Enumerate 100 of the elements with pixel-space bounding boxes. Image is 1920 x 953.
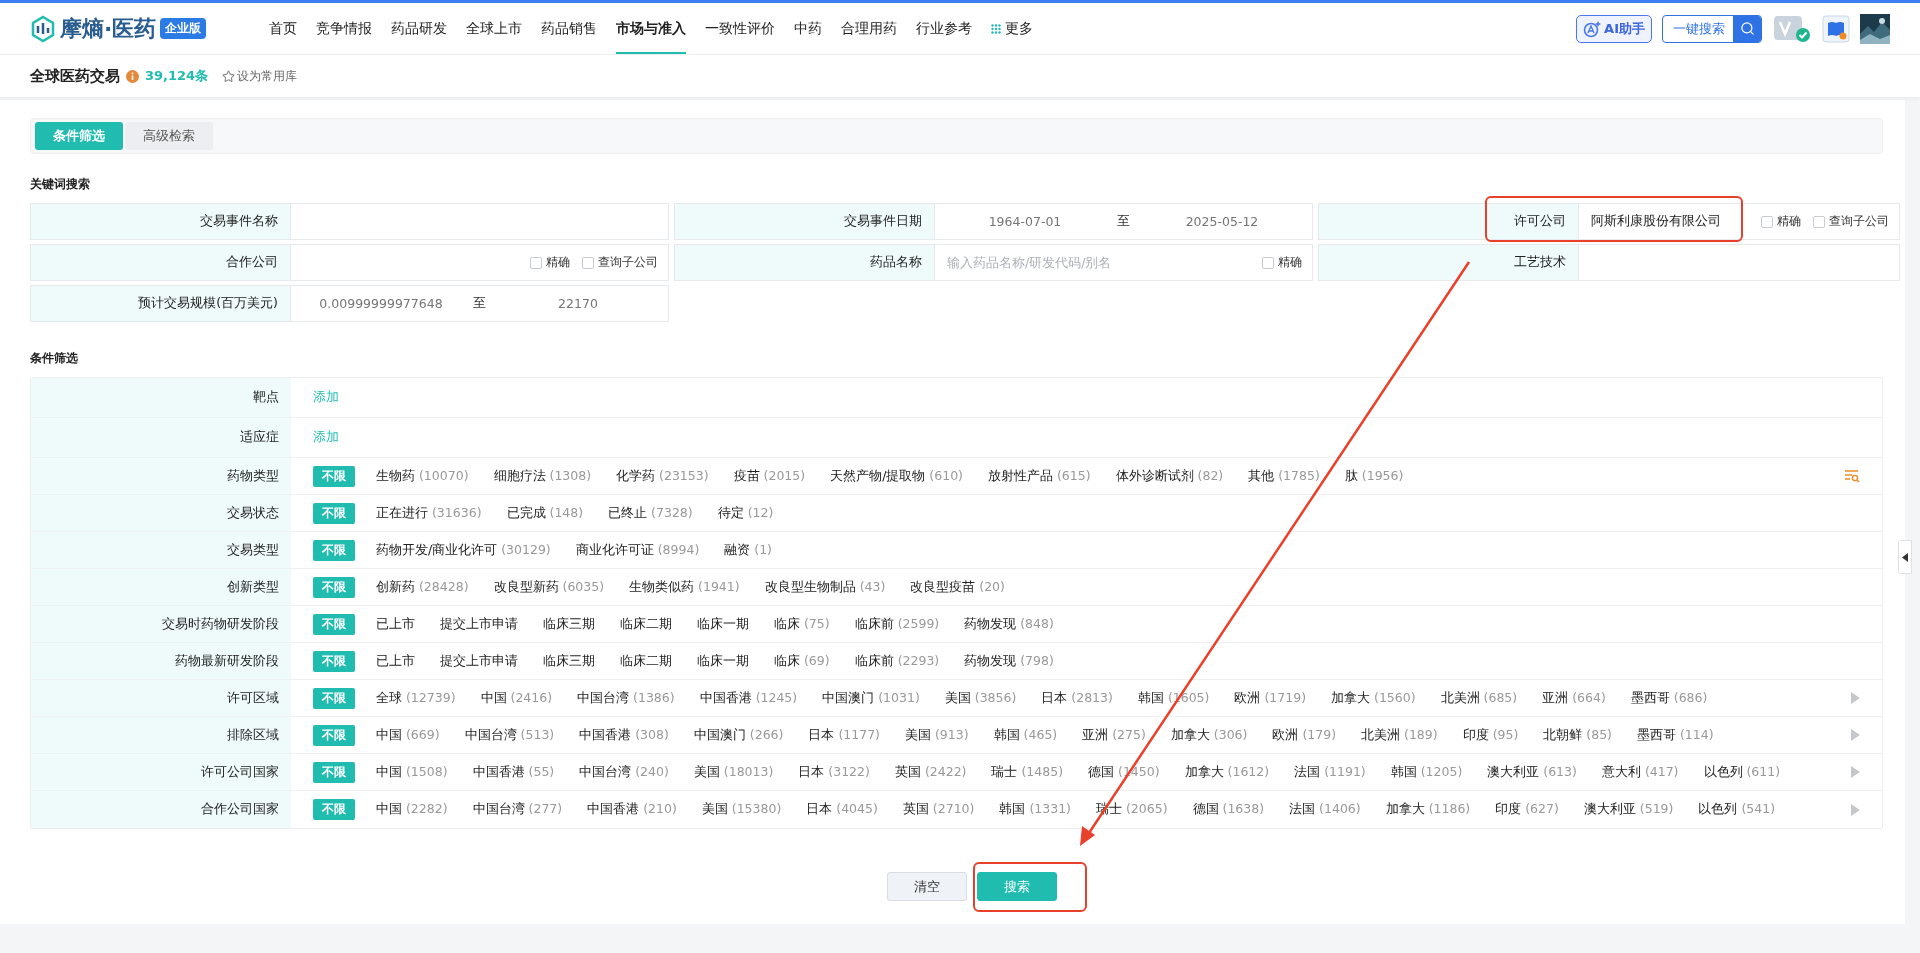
ai-assistant-button[interactable]: AI助手 [1576, 14, 1652, 43]
filter-option[interactable]: 英国 (2710) [902, 801, 975, 818]
filter-option[interactable]: 日本 (4045) [806, 801, 878, 818]
filter-option[interactable]: 生物类似药 (1941) [629, 578, 740, 596]
filter-option[interactable]: 临床二期 [620, 615, 672, 633]
filter-option[interactable]: 临床一期 [697, 615, 749, 633]
filter-option[interactable]: 北美洲 (685) [1440, 689, 1518, 707]
text-field[interactable]: 输入药品名称/研发代码/别名 精确 [934, 244, 1313, 281]
filter-option[interactable]: 日本 (3122) [798, 763, 870, 781]
filter-option[interactable]: 北朝鲜 (85) [1543, 726, 1612, 744]
filter-option[interactable]: 以色列 (541) [1698, 801, 1776, 818]
filter-option[interactable]: 加拿大 (1560) [1331, 689, 1416, 707]
filter-option[interactable]: 临床三期 [543, 652, 595, 670]
play-arrow-icon[interactable] [1851, 803, 1860, 816]
play-arrow-icon[interactable] [1851, 692, 1860, 704]
filter-option[interactable]: 改良型新药 (6035) [493, 578, 605, 596]
filter-option[interactable]: 亚洲 (275) [1082, 726, 1146, 744]
filter-option[interactable]: 中国 (669) [376, 726, 440, 744]
range-to-field[interactable]: 22170 [498, 295, 658, 312]
filter-option[interactable]: 欧洲 (179) [1272, 726, 1337, 744]
book-icon[interactable] [1822, 14, 1850, 43]
filter-option[interactable]: 以色列 (611) [1703, 763, 1781, 781]
filter-option[interactable]: 商业化许可证 (8994) [575, 541, 700, 559]
checkbox[interactable]: 精确 [1761, 213, 1801, 230]
filter-option[interactable]: 英国 (2422) [894, 763, 967, 781]
filter-option[interactable]: 中国香港 (210) [587, 801, 677, 818]
filter-option[interactable]: 待定 (12) [717, 504, 774, 522]
nav-link[interactable]: 全球上市 [466, 3, 522, 54]
filter-option[interactable]: 中国台湾 (513) [464, 726, 555, 744]
filter-option[interactable]: 中国 (2282) [376, 801, 448, 818]
clear-button[interactable]: 清空 [886, 872, 967, 901]
filter-option[interactable]: 正在进行 (31636) [376, 504, 482, 522]
filter-option[interactable]: 日本 (2813) [1041, 689, 1113, 707]
checkbox[interactable]: 精确 [1262, 254, 1302, 271]
range-from-field[interactable]: 0.00999999977648 [301, 295, 461, 312]
filter-option[interactable]: 韩国 (1331) [999, 801, 1071, 818]
filter-option[interactable]: 澳大利亚 (519) [1583, 801, 1674, 818]
collapse-tab[interactable] [1898, 540, 1912, 574]
text-field[interactable]: 阿斯利康股份有限公司 精确 查询子公司 [1578, 203, 1900, 240]
filter-option[interactable]: 细胞疗法 (1308) [493, 467, 592, 485]
filter-option[interactable]: 加拿大 (1186) [1385, 801, 1471, 818]
nav-link[interactable]: 更多 [991, 3, 1033, 54]
filter-option[interactable]: 澳大利亚 (613) [1487, 763, 1577, 781]
filter-option[interactable]: 已上市 [376, 652, 415, 670]
filter-option[interactable]: 德国 (1638) [1192, 801, 1265, 818]
filter-option[interactable]: 其他 (1785) [1248, 467, 1320, 485]
filter-option[interactable]: 中国 (2416) [480, 689, 553, 707]
filter-option[interactable]: 美国 (913) [905, 726, 969, 744]
filter-option[interactable]: 墨西哥 (114) [1636, 726, 1714, 744]
nav-link[interactable]: 药品销售 [541, 3, 597, 54]
filter-option[interactable]: 生物药 (10070) [376, 467, 469, 485]
nav-link[interactable]: 中药 [794, 3, 822, 54]
checkbox[interactable]: 查询子公司 [1813, 213, 1889, 230]
filter-option[interactable]: 全球 (12739) [376, 689, 456, 707]
text-field[interactable] [1578, 244, 1900, 281]
filter-option[interactable]: 肽 (1956) [1344, 467, 1404, 485]
nav-link[interactable]: 行业参考 [916, 3, 972, 54]
filter-option[interactable]: 美国 (3856) [944, 689, 1017, 707]
filter-option[interactable]: 疫苗 (2015) [733, 467, 806, 485]
filter-option[interactable]: 北美洲 (189) [1361, 726, 1438, 744]
filter-option[interactable]: 欧洲 (1719) [1234, 689, 1306, 707]
filter-option[interactable]: 放射性产品 (615) [988, 467, 1091, 485]
favorite-link[interactable]: 设为常用库 [222, 67, 298, 85]
filter-option[interactable]: 印度 (95) [1462, 726, 1519, 744]
filter-option[interactable]: 美国 (15380) [701, 801, 782, 818]
nav-link[interactable]: 首页 [269, 3, 297, 54]
filter-option[interactable]: 意大利 (417) [1601, 763, 1679, 781]
filter-option[interactable]: 中国 (1508) [376, 763, 448, 781]
checkbox[interactable]: 精确 [530, 254, 570, 271]
filter-option[interactable]: 临床三期 [543, 615, 595, 633]
filter-option[interactable]: 中国台湾 (240) [579, 763, 669, 781]
filter-option[interactable]: 中国台湾 (277) [472, 801, 563, 818]
filter-option[interactable]: 药物开发/商业化许可 (30129) [376, 541, 551, 559]
filter-option[interactable]: 日本 (1177) [808, 726, 880, 744]
filter-option[interactable]: 临床 (75) [774, 615, 830, 633]
nav-link[interactable]: 一致性评价 [705, 3, 775, 54]
filter-option[interactable]: 提交上市申请 [440, 615, 518, 633]
filter-option[interactable]: 临床一期 [697, 652, 749, 670]
filter-option[interactable]: 亚洲 (664) [1542, 689, 1606, 707]
filter-option[interactable]: 韩国 (465) [993, 726, 1058, 744]
filter-option[interactable]: 韩国 (1205) [1390, 763, 1463, 781]
filter-option[interactable]: 中国香港 (1245) [699, 689, 798, 707]
nav-link[interactable]: 竞争情报 [316, 3, 372, 54]
checkbox[interactable]: 查询子公司 [582, 254, 658, 271]
filter-option[interactable]: 临床 (69) [774, 652, 830, 670]
filter-option[interactable]: 中国澳门 (1031) [822, 689, 920, 707]
filter-option[interactable]: 提交上市申请 [440, 652, 518, 670]
filter-option[interactable]: 加拿大 (306) [1170, 726, 1248, 744]
range-to-field[interactable]: 2025-05-12 [1142, 213, 1302, 230]
filter-option[interactable]: 融资 (1) [724, 541, 772, 559]
filter-option[interactable]: 已上市 [376, 615, 415, 633]
filter-option[interactable]: 体外诊断试剂 (82) [1115, 467, 1224, 485]
filter-list-icon[interactable] [1844, 469, 1860, 483]
filter-option[interactable]: 药物发现 (798) [964, 652, 1054, 670]
quick-search-button[interactable]: 一键搜索 [1662, 14, 1762, 43]
filter-option[interactable]: 中国澳门 (266) [693, 726, 784, 744]
play-arrow-icon[interactable] [1851, 729, 1860, 741]
filter-option[interactable]: 已完成 (148) [506, 504, 584, 522]
text-field[interactable]: 精确 查询子公司 [290, 244, 669, 281]
info-icon[interactable] [126, 69, 139, 83]
